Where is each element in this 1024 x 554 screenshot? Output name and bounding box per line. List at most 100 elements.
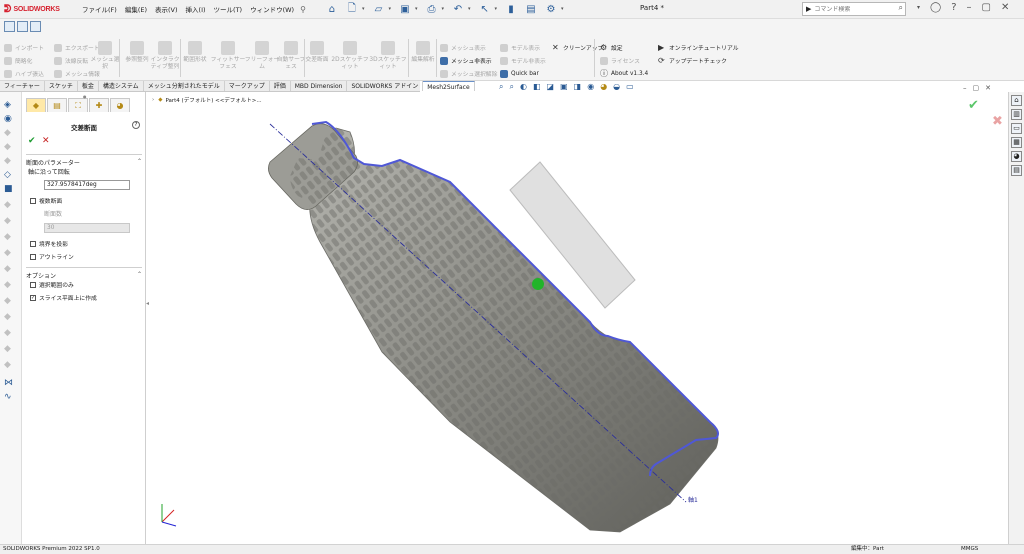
- update-check-button[interactable]: ⟳ アップデートチェック: [658, 54, 739, 67]
- blue-box-icon[interactable]: ■: [4, 184, 16, 194]
- region-shape-button[interactable]: 範囲形状: [180, 41, 210, 64]
- tool-4-icon[interactable]: ◆: [4, 142, 16, 152]
- model-view[interactable]: [150, 92, 1008, 544]
- create-on-plane-checkbox[interactable]: ✓ スライス平面上に作成: [30, 293, 97, 302]
- show-model-button[interactable]: モデル表示: [500, 41, 546, 54]
- tool-12-icon[interactable]: ◆: [4, 264, 16, 274]
- search-icon[interactable]: ⌕: [899, 3, 903, 13]
- new-dropdown-icon[interactable]: ▾: [362, 6, 365, 12]
- view-settings-icon[interactable]: ▭: [626, 82, 634, 92]
- help-icon[interactable]: ?: [132, 121, 140, 129]
- tab-mesh2surface[interactable]: Mesh2Surface: [423, 81, 475, 91]
- menu-insert[interactable]: 挿入(I): [182, 4, 210, 14]
- search-dropdown-icon[interactable]: ▾: [917, 4, 920, 11]
- menu-file[interactable]: ファイル(F): [78, 4, 121, 14]
- rotate-angle-input[interactable]: 327.9578417deg: [44, 180, 130, 190]
- appearances-icon[interactable]: ◕: [1011, 151, 1022, 162]
- hide-mesh-strip-icon[interactable]: ◈: [4, 100, 16, 110]
- tool-5-icon[interactable]: ◆: [4, 156, 16, 166]
- axis-label[interactable]: 軸1: [688, 495, 698, 504]
- project-boundary-checkbox[interactable]: 境界を投影: [30, 239, 68, 248]
- pm-grip[interactable]: ●: [83, 94, 87, 99]
- tool-18-icon[interactable]: ◆: [4, 360, 16, 370]
- tab-mbd-dimension[interactable]: MBD Dimension: [291, 81, 348, 91]
- tab-structure-system[interactable]: 構造システム: [99, 81, 144, 91]
- mesh-select-button[interactable]: メッシュ選択: [90, 41, 120, 71]
- fit-surface-button[interactable]: フィットサーフェス: [209, 41, 247, 71]
- tab-evaluate[interactable]: 評価: [270, 81, 291, 91]
- home-icon[interactable]: ⌂: [325, 2, 339, 16]
- cleanup-button[interactable]: ✕ クリーンアップ: [552, 41, 603, 54]
- apply-scene-icon[interactable]: ◒: [613, 82, 620, 92]
- menu-window[interactable]: ウィンドウ(W): [246, 4, 298, 14]
- new-document-icon[interactable]: 🗋: [345, 2, 359, 16]
- tool-13-icon[interactable]: ◆: [4, 280, 16, 290]
- pin-menu-icon[interactable]: ⚲: [300, 5, 306, 14]
- section-count-input[interactable]: 30: [44, 223, 130, 233]
- restore-icon[interactable]: ▢: [982, 2, 991, 13]
- file-explorer-icon[interactable]: ▭: [1011, 123, 1022, 134]
- cancel-button[interactable]: ✕: [42, 136, 50, 146]
- open-dropdown-icon[interactable]: ▾: [388, 6, 391, 12]
- undo-dropdown-icon[interactable]: ▾: [468, 6, 471, 12]
- tool-11-icon[interactable]: ◆: [4, 248, 16, 258]
- freeform-button[interactable]: フリーフォーム: [244, 41, 280, 71]
- collapse-icon[interactable]: ⌃: [137, 158, 142, 167]
- tool-14-icon[interactable]: ◆: [4, 296, 16, 306]
- breadcrumb-path[interactable]: Part4 (デフォルト) <<デフォルト>...: [165, 96, 261, 104]
- hide-mesh-button[interactable]: メッシュ非表示: [440, 54, 497, 67]
- solidworks-resources-icon[interactable]: ⌂: [1011, 95, 1022, 106]
- graphics-area[interactable]: 軸1 › ◆ Part4 (デフォルト) <<デフォルト>... ✔ ✖: [150, 92, 1008, 544]
- show-mesh-button[interactable]: メッシュ表示: [440, 41, 497, 54]
- nodes-icon[interactable]: ⋈: [4, 378, 16, 388]
- cm-icon-3[interactable]: [30, 21, 41, 32]
- design-library-icon[interactable]: ▥: [1011, 109, 1022, 120]
- tool-6-icon[interactable]: ◇: [4, 170, 16, 180]
- simplify-button[interactable]: 簡略化: [4, 54, 44, 67]
- tab-features[interactable]: フィーチャー: [0, 81, 45, 91]
- print-icon[interactable]: ⎙: [424, 2, 438, 16]
- confirm-corner-cancel-icon[interactable]: ✖: [992, 114, 1003, 129]
- edit-analysis-button[interactable]: 編集解析: [408, 41, 438, 64]
- interactive-align-button[interactable]: インタラクティブ整列: [150, 41, 180, 71]
- cm-icon-2[interactable]: [17, 21, 28, 32]
- save-dropdown-icon[interactable]: ▾: [415, 6, 418, 12]
- units-selector[interactable]: MMGS: [961, 545, 978, 554]
- traffic-light-icon[interactable]: ▮: [504, 2, 518, 16]
- tool-9-icon[interactable]: ◆: [4, 216, 16, 226]
- view-palette-icon[interactable]: ▦: [1011, 137, 1022, 148]
- hide-model-button[interactable]: モデル非表示: [500, 54, 546, 67]
- minimize-icon[interactable]: –: [967, 2, 972, 13]
- user-icon[interactable]: ◯: [930, 2, 941, 13]
- tool-3-icon[interactable]: ◆: [4, 128, 16, 138]
- help-icon[interactable]: ?: [951, 2, 956, 13]
- close-icon[interactable]: ✕: [1001, 2, 1009, 13]
- rebuild-icon[interactable]: ▤: [524, 2, 538, 16]
- collapse-icon[interactable]: ⌃: [137, 271, 142, 280]
- options-dropdown-icon[interactable]: ▾: [561, 6, 564, 12]
- chevron-right-icon[interactable]: ›: [152, 97, 154, 103]
- view-orientation-icon[interactable]: ▣: [560, 82, 568, 92]
- spline-icon[interactable]: ∿: [4, 392, 16, 402]
- display-style-icon[interactable]: ◨: [574, 82, 582, 92]
- tool-17-icon[interactable]: ◆: [4, 344, 16, 354]
- quick-bar-button[interactable]: Quick bar: [500, 67, 546, 80]
- tool-15-icon[interactable]: ◆: [4, 312, 16, 322]
- sphere-icon[interactable]: ◉: [4, 114, 16, 124]
- tab-markup[interactable]: マークアップ: [225, 81, 270, 91]
- confirm-corner-ok-icon[interactable]: ✔: [968, 98, 979, 113]
- save-icon[interactable]: ▣: [398, 2, 412, 16]
- tool-8-icon[interactable]: ◆: [4, 200, 16, 210]
- selected-only-checkbox[interactable]: 選択範囲のみ: [30, 280, 74, 289]
- zoom-area-icon[interactable]: ⌕: [509, 82, 513, 92]
- tab-sketch[interactable]: スケッチ: [45, 81, 78, 91]
- tab-sheet-metal[interactable]: 板金: [78, 81, 99, 91]
- search-input[interactable]: [814, 5, 895, 13]
- online-tutorial-button[interactable]: ▶ オンラインチュートリアル: [658, 41, 739, 54]
- reference-align-button[interactable]: 参照整列: [122, 41, 152, 64]
- configuration-manager-tab-icon[interactable]: ⛶: [68, 98, 88, 112]
- options-gear-icon[interactable]: ⚙: [544, 2, 558, 16]
- dimxpert-tab-icon[interactable]: ✚: [89, 98, 109, 112]
- edit-appearance-icon[interactable]: ◕: [600, 82, 607, 92]
- options-header[interactable]: オプション ⌃: [26, 267, 142, 280]
